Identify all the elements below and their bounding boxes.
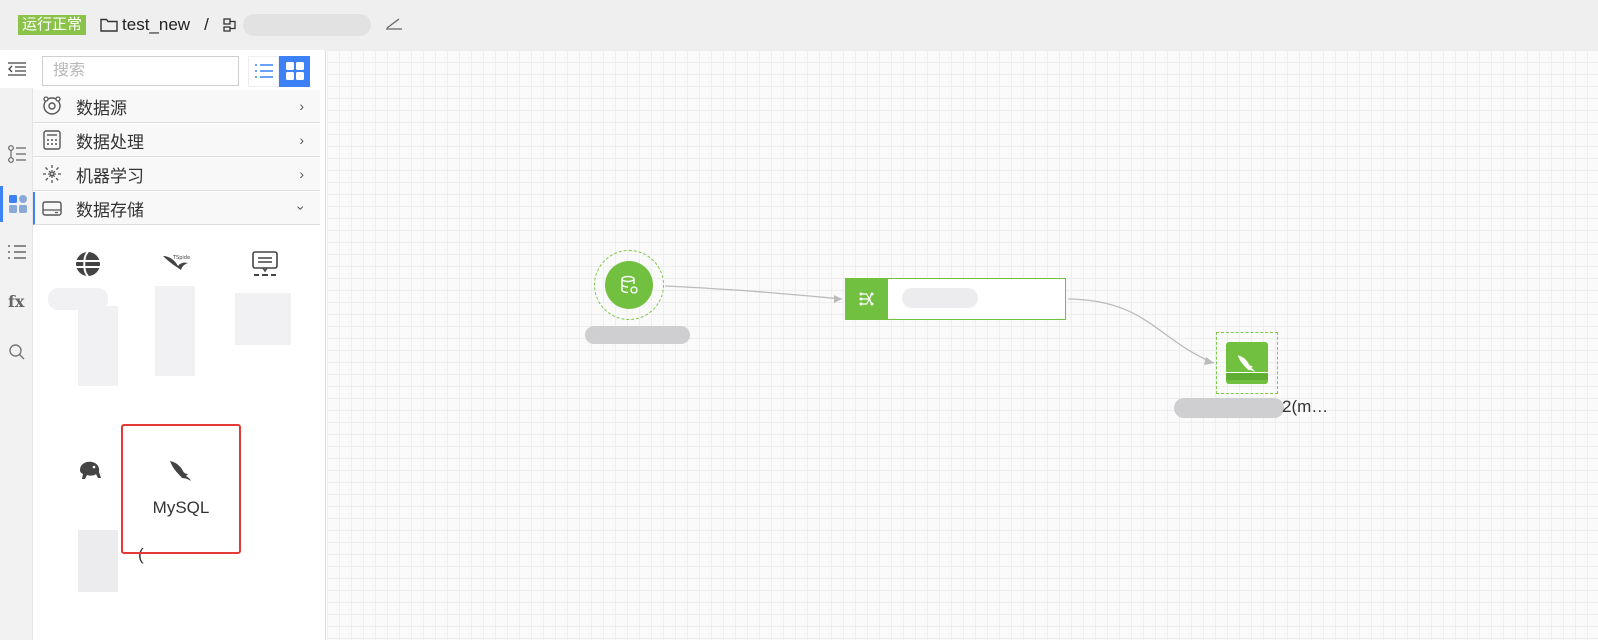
category-label: 数据处理 xyxy=(76,132,144,152)
category-label: 机器学习 xyxy=(76,166,144,186)
list-icon xyxy=(7,245,26,259)
breadcrumb-flow[interactable] xyxy=(223,14,371,36)
hadoop-elephant-icon xyxy=(77,458,103,487)
breadcrumb-separator: / xyxy=(204,15,209,34)
datasource-icon xyxy=(42,96,62,116)
category-processing[interactable]: 数据处理 › xyxy=(33,124,320,157)
database-icon xyxy=(605,261,653,309)
globe-db-icon xyxy=(74,250,102,283)
svg-text:TSpider: TSpider xyxy=(172,255,190,261)
category-label: 数据存储 xyxy=(76,200,144,220)
source-node-label-redacted xyxy=(585,326,690,344)
category-label: 数据源 xyxy=(76,98,127,118)
search-box[interactable] xyxy=(42,56,260,86)
function-fx-icon: fx xyxy=(8,293,25,311)
chevron-right-icon: › xyxy=(299,166,304,182)
snowflake-icon xyxy=(42,164,62,184)
category-datasource[interactable]: 数据源 › xyxy=(33,90,320,123)
rail-tasks-button[interactable] xyxy=(0,136,33,172)
collapse-panel-button[interactable] xyxy=(0,50,33,88)
project-name: test_new xyxy=(122,15,191,34)
search-row xyxy=(42,55,322,87)
category-machine-learning[interactable]: 机器学习 › xyxy=(33,158,320,191)
message-board-icon xyxy=(251,250,279,283)
chevron-down-icon: › xyxy=(293,205,310,211)
mysql-dolphin-icon xyxy=(168,458,194,487)
flow-name-redacted xyxy=(242,14,371,36)
top-bar: 运行正常 test_new / xyxy=(0,0,1598,50)
category-storage[interactable]: 数据存储 › xyxy=(33,192,320,225)
edges-layer xyxy=(664,285,1215,365)
status-badge: 运行正常 xyxy=(18,15,87,35)
grid-view-button[interactable] xyxy=(279,55,310,87)
components-icon xyxy=(9,195,27,213)
chevron-right-icon: › xyxy=(299,98,304,114)
sink-node-label: 2(m… xyxy=(1282,397,1329,416)
mysql-tile[interactable]: MySQL xyxy=(121,424,241,554)
list-view-icon xyxy=(254,64,273,78)
source-node[interactable] xyxy=(594,250,664,320)
task-list-icon xyxy=(7,145,26,163)
storage-tile[interactable] xyxy=(205,238,325,368)
rail-components-button[interactable] xyxy=(0,186,33,222)
component-panel: 数据源 › 数据处理 › 机器学习 › 数据存储 › TSpider xyxy=(33,50,326,640)
tspider-icon: TSpider xyxy=(160,250,193,281)
flow-icon xyxy=(223,18,236,32)
drive-icon xyxy=(42,198,62,218)
sink-node-label-redacted xyxy=(1174,398,1284,418)
process-node-label-redacted xyxy=(902,288,978,308)
tile-label: MySQL xyxy=(152,498,210,517)
chevron-right-icon: › xyxy=(299,132,304,148)
grid-view-icon xyxy=(285,62,304,80)
mysql-dolphin-icon xyxy=(1226,342,1268,384)
calculator-icon xyxy=(42,130,62,150)
breadcrumb-project[interactable]: test_new xyxy=(100,15,190,35)
list-view-button[interactable] xyxy=(248,55,279,87)
folder-icon xyxy=(100,18,118,32)
search-input[interactable] xyxy=(53,62,260,80)
process-node[interactable] xyxy=(845,278,1066,320)
indent-icon xyxy=(7,62,26,76)
sink-node[interactable] xyxy=(1216,332,1278,394)
edit-icon[interactable] xyxy=(385,15,403,35)
search-icon xyxy=(8,344,24,360)
flow-icon xyxy=(846,279,888,319)
svg-text:fx: fx xyxy=(8,293,25,311)
flow-canvas[interactable]: 2(m… xyxy=(327,50,1598,640)
